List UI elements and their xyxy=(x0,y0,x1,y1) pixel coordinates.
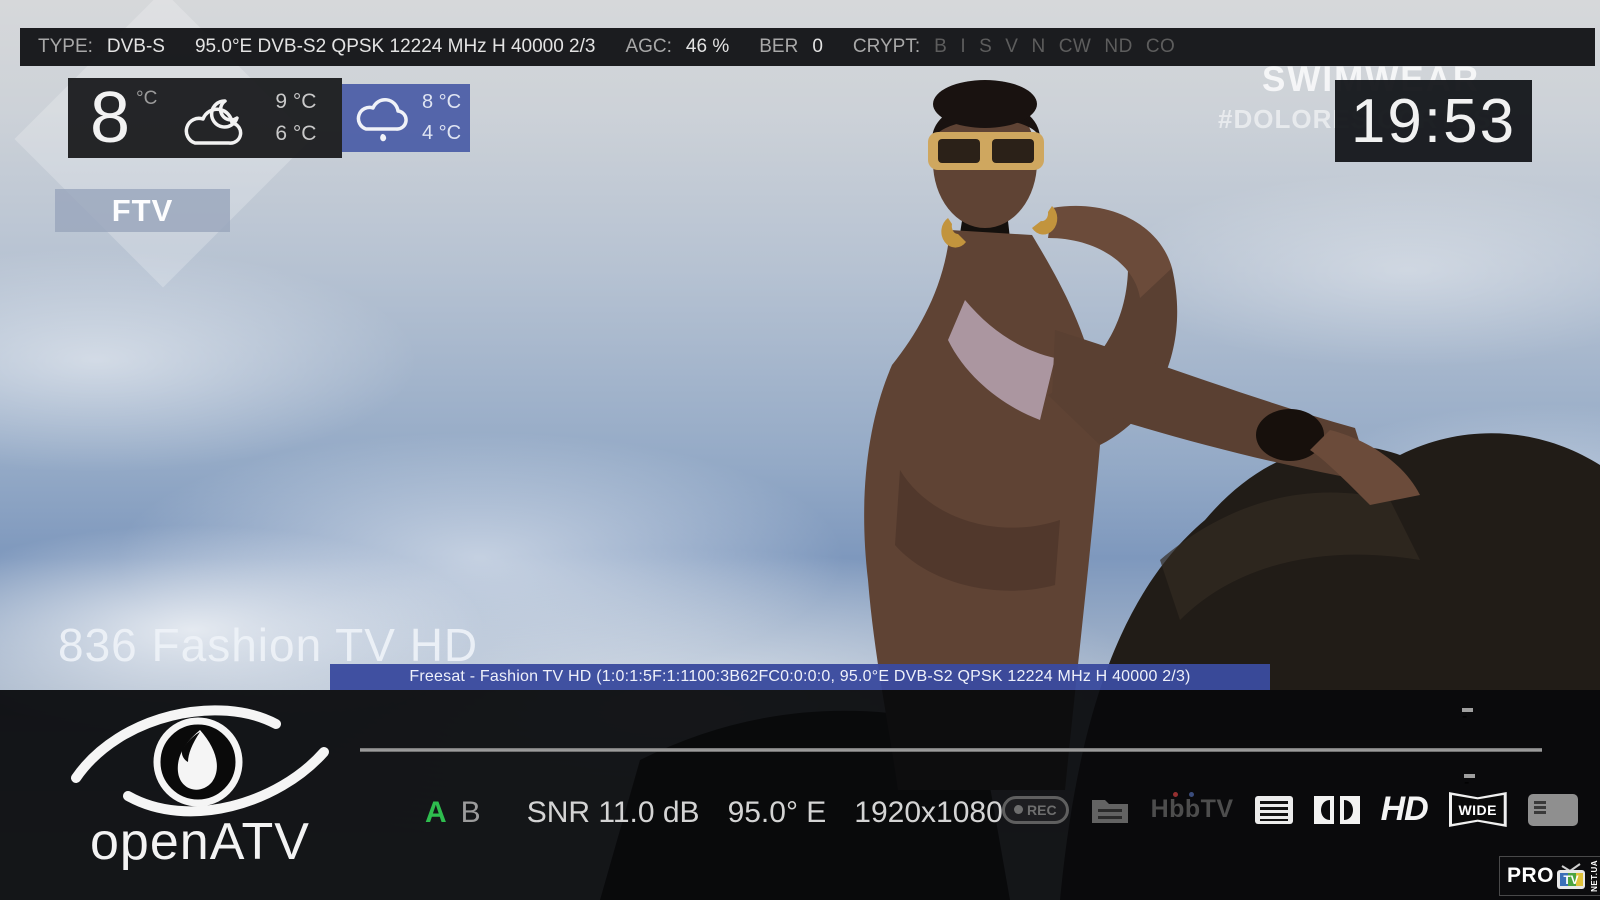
tomorrow-low: 4 °C xyxy=(422,122,461,145)
service-reference-bar: Freesat - Fashion TV HD (1:0:1:5F:1:1100… xyxy=(330,664,1270,690)
record-label: REC xyxy=(1027,802,1057,818)
event-progress-bar xyxy=(360,748,1542,752)
hbbtv-label: HbbTV xyxy=(1151,795,1234,823)
teletext-icon xyxy=(1255,796,1293,824)
weather-widget-tomorrow: 8 °C 4 °C xyxy=(342,84,470,152)
channel-badge: FTV xyxy=(55,189,230,232)
current-temp-unit: °C xyxy=(136,88,157,110)
ber-label: BER xyxy=(759,36,798,58)
clock-time: 19:53 xyxy=(1351,86,1516,157)
tuner-b-indicator: B xyxy=(461,796,481,830)
crypt-label: CRYPT: xyxy=(853,36,920,58)
agc-label: AGC: xyxy=(625,36,671,58)
clock: 19:53 xyxy=(1335,80,1532,162)
today-low: 6 °C xyxy=(275,122,316,146)
hbbtv-dot-icon xyxy=(1173,792,1178,797)
protv-pro-text: PRO xyxy=(1507,864,1554,888)
crypt-system: N xyxy=(1031,36,1045,58)
tomorrow-high: 8 °C xyxy=(422,91,461,114)
transponder-value: 95.0°E DVB-S2 QPSK 12224 MHz H 40000 2/3 xyxy=(195,36,595,58)
snr-value: SNR 11.0 dB xyxy=(527,796,700,830)
hbbtv-icon: HbbTV xyxy=(1151,795,1234,824)
svg-text:TV: TV xyxy=(1563,873,1578,887)
rain-cloud-icon xyxy=(352,91,412,145)
moon-cloud-icon xyxy=(173,87,257,149)
openatv-eye-icon xyxy=(70,692,330,820)
type-label: TYPE: xyxy=(38,36,93,58)
service-reference-text: Freesat - Fashion TV HD (1:0:1:5F:1:1100… xyxy=(409,668,1190,686)
crypt-system: CO xyxy=(1146,36,1176,58)
hd-icon: HD xyxy=(1381,790,1428,829)
record-icon: REC xyxy=(1002,796,1069,824)
playlist-icon xyxy=(1090,795,1130,825)
status-row: A B SNR 11.0 dB 95.0° E 1920x1080 xyxy=(425,796,1003,830)
openatv-logo: openATV xyxy=(70,692,330,872)
video-resolution: 1920x1080 xyxy=(854,796,1002,830)
crypt-system: S xyxy=(979,36,992,58)
today-high: 9 °C xyxy=(275,90,316,114)
crypt-systems: B I S V N CW ND CO xyxy=(934,36,1175,58)
dolby-icon xyxy=(1314,795,1360,825)
next-event-remaining: - xyxy=(1464,774,1475,778)
crypt-system: ND xyxy=(1104,36,1132,58)
widescreen-label: WIDE xyxy=(1449,792,1507,827)
tomorrow-temps: 8 °C 4 °C xyxy=(422,91,461,145)
channel-number: 836 xyxy=(58,619,138,671)
type-value: DVB-S xyxy=(107,36,165,58)
widescreen-icon: WIDE xyxy=(1449,792,1507,827)
current-temp: 8 xyxy=(90,82,130,154)
weather-widget-today: 8 °C 9 °C 6 °C xyxy=(68,78,342,158)
smartcard-icon xyxy=(1528,794,1578,826)
today-temps: 9 °C 6 °C xyxy=(275,90,316,146)
crypt-system: B xyxy=(934,36,947,58)
crypt-system: V xyxy=(1005,36,1018,58)
tuner-a-indicator: A xyxy=(425,796,447,830)
crypt-system: CW xyxy=(1059,36,1092,58)
infobar-panel: openATV - - A B SNR 11.0 dB 95.0° E 1920… xyxy=(0,690,1600,900)
ber-value: 0 xyxy=(812,36,823,58)
hbbtv-dot-icon xyxy=(1189,792,1194,797)
tv-screen: TYPE: DVB-S 95.0°E DVB-S2 QPSK 12224 MHz… xyxy=(0,0,1600,900)
crypt-system: I xyxy=(960,36,966,58)
record-dot-icon xyxy=(1014,805,1023,814)
protv-tv-icon: TV xyxy=(1554,860,1588,892)
openatv-logo-text: openATV xyxy=(70,812,330,872)
orbital-position: 95.0° E xyxy=(728,796,827,830)
status-icon-row: REC HbbTV xyxy=(1002,790,1578,829)
protv-netua-text: NET.UA xyxy=(1590,860,1599,892)
agc-value: 46 % xyxy=(686,36,729,58)
now-event-remaining: - xyxy=(1462,708,1473,712)
protv-watermark: PRO TV NET.UA xyxy=(1499,856,1600,896)
